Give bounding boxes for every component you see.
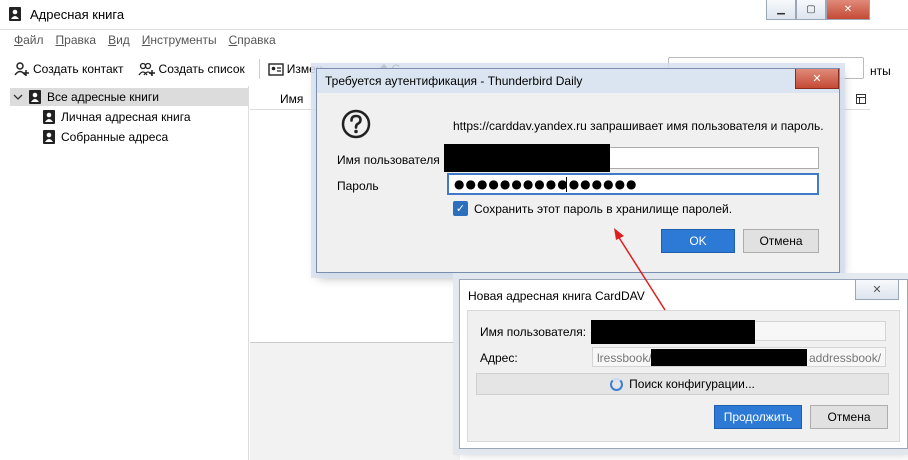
address-book-icon	[43, 110, 55, 124]
ok-button[interactable]: OK	[661, 229, 735, 253]
password-field[interactable]: ●●●●●●●●●●●●●●●●	[447, 173, 819, 195]
carddav-address-field[interactable]: lressbook/ addressbook/	[592, 347, 886, 367]
tree-item-collected[interactable]: Собранные адреса	[42, 128, 168, 146]
menu-help[interactable]: Справка	[223, 30, 282, 52]
carddav-dialog: Новая адресная книга CardDAV ✕ Имя польз…	[459, 279, 908, 449]
auth-dialog-body: https://carddav.yandex.ru запрашивает им…	[323, 93, 833, 267]
redacted-address	[651, 349, 807, 366]
contact-details-pane	[250, 342, 460, 460]
add-contact-icon	[14, 62, 29, 76]
spinner-icon	[610, 377, 624, 391]
redacted-username	[444, 144, 610, 172]
edit-button[interactable]: Измен	[268, 61, 322, 77]
address-book-icon	[29, 90, 41, 104]
tree-item-personal[interactable]: Личная адресная книга	[42, 108, 191, 126]
address-books-sidebar: Все адресные книги Личная адресная книга…	[0, 86, 249, 460]
menu-edit[interactable]: Правка	[50, 30, 103, 52]
redacted-username	[591, 320, 755, 344]
carddav-dialog-body: Имя пользователя: Адрес: lressbook/ addr…	[467, 310, 900, 442]
remember-password-checkbox[interactable]: ✓	[453, 201, 468, 216]
auth-message: https://carddav.yandex.ru запрашивает им…	[453, 119, 824, 133]
toolbar-separator	[258, 59, 260, 79]
address-prefix: lressbook/	[597, 351, 652, 365]
auth-close-button[interactable]: ✕	[795, 69, 839, 89]
username-field[interactable]	[444, 144, 819, 172]
username-label: Имя пользователя	[337, 153, 440, 167]
menubar: Файл Правка Вид Инструменты Справка	[0, 30, 908, 52]
maximize-button[interactable]: ▢	[796, 0, 826, 20]
minimize-button[interactable]: ▁	[766, 0, 796, 20]
cancel-button[interactable]: Отмена	[743, 229, 819, 253]
carddav-dialog-titlebar: Новая адресная книга CardDAV ✕	[460, 280, 907, 310]
address-book-icon	[9, 7, 21, 21]
carddav-close-button[interactable]: ✕	[855, 280, 899, 300]
main-titlebar: Адресная книга ▁ ▢ ✕	[0, 0, 908, 30]
right-edge-text: нты	[870, 64, 891, 78]
config-search-status: Поиск конфигурации...	[476, 373, 889, 395]
collapse-icon[interactable]	[13, 92, 23, 102]
question-icon	[341, 109, 371, 139]
remember-password-label: Сохранить этот пароль в хранилище пароле…	[474, 202, 733, 216]
auth-dialog-titlebar: Требуется аутентификация - Thunderbird D…	[317, 69, 839, 93]
column-picker-icon[interactable]	[856, 94, 866, 104]
menu-file[interactable]: Файл	[8, 30, 50, 52]
password-dots: ●●●●●●●●●●●●●●●●	[454, 177, 638, 191]
text-caret	[566, 177, 567, 192]
column-name[interactable]: Имя	[250, 92, 303, 106]
add-list-icon	[138, 62, 155, 76]
password-label: Пароль	[337, 179, 379, 193]
tree-item-all-books[interactable]: Все адресные книги	[10, 88, 248, 106]
carddav-username-label: Имя пользователя:	[480, 325, 587, 339]
menu-tools[interactable]: Инструменты	[136, 30, 223, 52]
carddav-address-label: Адрес:	[480, 351, 518, 365]
carddav-cancel-button[interactable]: Отмена	[810, 405, 888, 429]
new-list-button[interactable]: Создать список	[138, 61, 245, 77]
auth-dialog-title: Требуется аутентификация - Thunderbird D…	[325, 74, 583, 88]
window-title: Адресная книга	[30, 7, 125, 22]
carddav-username-field[interactable]	[591, 320, 886, 344]
carddav-dialog-title: Новая адресная книга CardDAV	[468, 289, 645, 303]
new-contact-button[interactable]: Создать контакт	[14, 61, 124, 77]
auth-dialog: Требуется аутентификация - Thunderbird D…	[316, 68, 840, 273]
contact-card-icon	[268, 63, 284, 76]
close-button[interactable]: ✕	[826, 0, 870, 20]
address-book-icon	[43, 130, 55, 144]
window-controls: ▁ ▢ ✕	[766, 0, 870, 20]
continue-button[interactable]: Продолжить	[714, 405, 802, 429]
address-suffix: addressbook/	[809, 351, 882, 365]
menu-view[interactable]: Вид	[102, 30, 136, 52]
